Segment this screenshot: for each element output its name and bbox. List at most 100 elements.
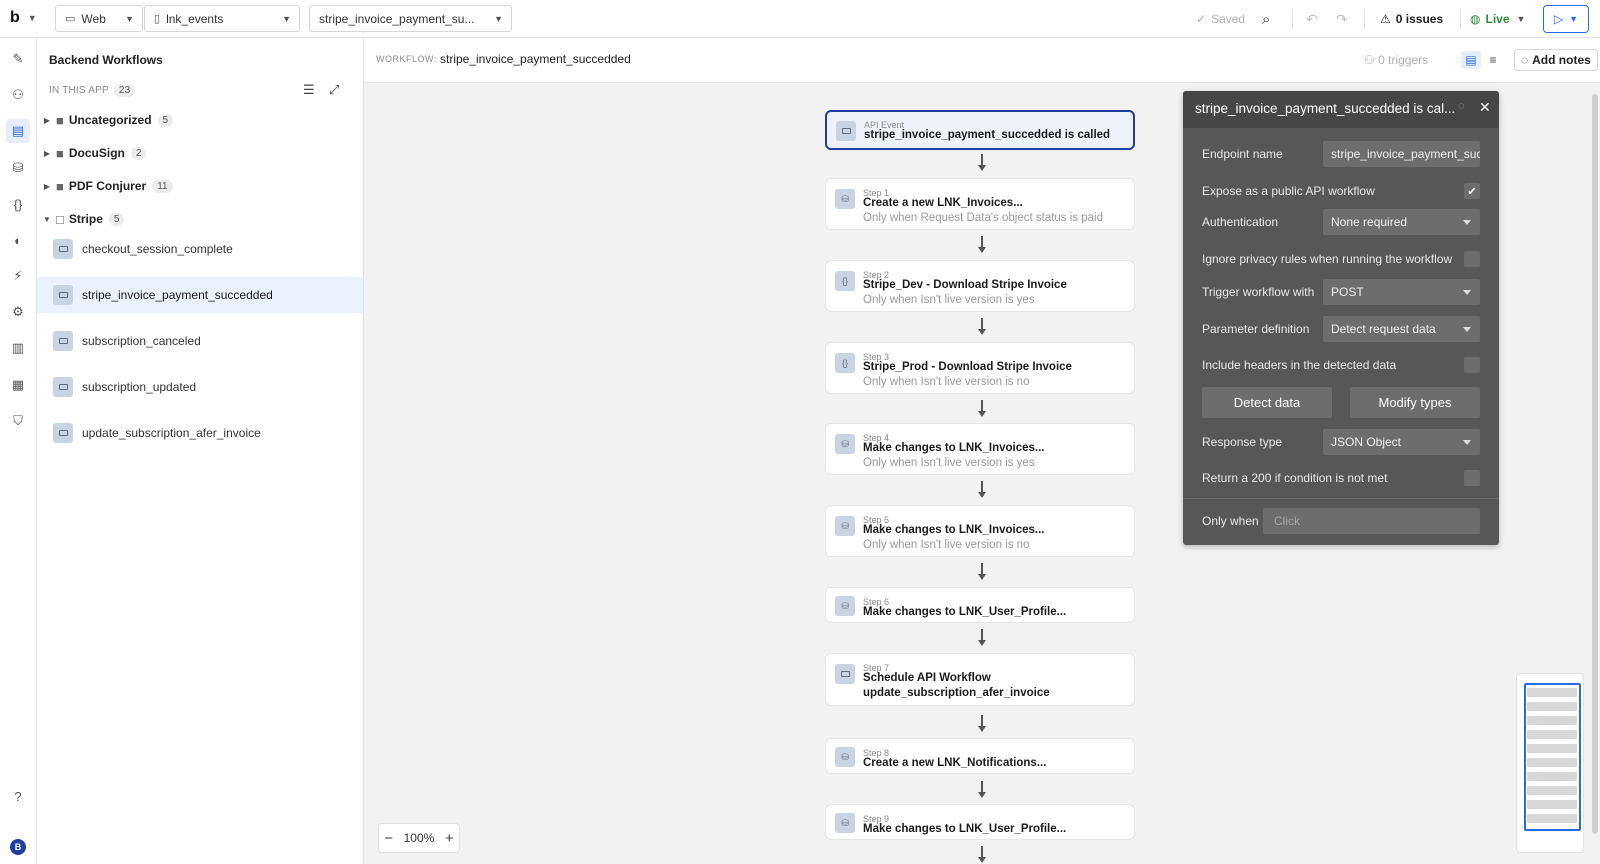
flow-arrow (978, 481, 986, 501)
avatar[interactable]: B (10, 839, 26, 855)
workflow-tab-icon[interactable]: ⚇ (6, 83, 30, 107)
folder-stripe[interactable]: ▼ □ Stripe 5 (41, 208, 125, 230)
step-card[interactable]: Step 7 Schedule API Workflow update_subs… (825, 653, 1135, 706)
table-tab-icon[interactable]: ▦ (6, 373, 30, 397)
list-view-icon[interactable]: ≡ (1483, 51, 1503, 69)
folder-pdf-conjurer[interactable]: ▶ ■ PDF Conjurer 11 (41, 175, 173, 197)
issues-label: 0 issues (1395, 12, 1444, 26)
property-editor-header[interactable]: stripe_invoice_payment_succedded is cal.… (1183, 91, 1499, 128)
workflow-item-selected[interactable]: stripe_invoice_payment_succedded (37, 277, 363, 313)
bubble-logo-menu[interactable]: b ▼ (10, 9, 37, 27)
database-icon: ⛁ (835, 596, 855, 616)
authentication-select[interactable]: None required (1323, 209, 1480, 235)
step-card[interactable]: {} Step 3 Stripe_Prod - Download Stripe … (825, 342, 1135, 394)
minimap[interactable] (1516, 673, 1584, 853)
include-headers-label: Include headers in the detected data (1202, 358, 1397, 372)
step-card[interactable]: ⛁ Step 9 Make changes to LNK_User_Profil… (825, 804, 1135, 840)
chevron-right-icon: ▶ (43, 148, 51, 158)
folder-label: PDF Conjurer (68, 179, 147, 193)
step-card[interactable]: ⛁ Step 4 Make changes to LNK_Invoices...… (825, 423, 1135, 475)
redo-icon[interactable]: ↷ (1336, 0, 1348, 38)
close-icon[interactable]: ✕ (1479, 99, 1491, 116)
only-when-label: Only when (1202, 514, 1259, 528)
flow-arrow (978, 846, 986, 864)
step-title: Make changes to LNK_Invoices... (863, 442, 1045, 454)
warning-icon: ⚠ (1380, 12, 1391, 26)
database-icon: ⛁ (835, 747, 855, 767)
detect-data-button[interactable]: Detect data (1202, 387, 1332, 418)
trigger-method-select[interactable]: POST (1323, 279, 1480, 305)
minimap-viewport[interactable] (1524, 683, 1581, 831)
folder-count: 2 (130, 146, 147, 160)
styles-tab-icon[interactable]: ◐ (6, 228, 30, 252)
filter-icon[interactable]: ☰ (303, 82, 315, 98)
triggers-button[interactable]: ⚇ 0 triggers (1364, 53, 1428, 67)
zoom-out-icon[interactable]: − (384, 830, 393, 847)
help-icon[interactable]: ? (6, 784, 30, 808)
settings-tab-icon[interactable]: ⚙ (6, 300, 30, 324)
issues-button[interactable]: ⚠ 0 issues (1380, 0, 1443, 38)
response-type-select[interactable]: JSON Object (1323, 429, 1480, 455)
data-tab-icon[interactable]: ⛁ (6, 156, 30, 180)
flow-arrow (978, 400, 986, 420)
add-notes-button[interactable]: ◌ Add notes (1514, 49, 1598, 71)
preview-button[interactable]: ▷ ▼ (1543, 5, 1589, 33)
step-card[interactable]: ⛁ Step 1 Create a new LNK_Invoices... On… (825, 178, 1135, 230)
api-connector-icon[interactable]: {} (6, 192, 30, 216)
folder-uncategorized[interactable]: ▶ ■ Uncategorized 5 (41, 109, 174, 131)
workflow-item-label: checkout_session_complete (82, 242, 233, 256)
shield-icon[interactable]: ⛉ (6, 409, 30, 433)
workflow-select[interactable]: stripe_invoice_payment_su... ▼ (309, 5, 512, 32)
workflow-item[interactable]: subscription_updated (37, 369, 363, 405)
workflow-item[interactable]: update_subscription_afer_invoice (37, 415, 363, 451)
database-icon: ⛁ (835, 813, 855, 833)
monitor-icon: ▭ (65, 13, 76, 25)
workflow-item[interactable]: checkout_session_complete (37, 231, 363, 267)
api-event-card[interactable]: API Event stripe_invoice_payment_succedd… (825, 110, 1135, 150)
step-card[interactable]: ⛁ Step 8 Create a new LNK_Notifications.… (825, 738, 1135, 774)
parameter-definition-select[interactable]: Detect request data (1323, 316, 1480, 342)
comment-icon[interactable]: ◌ (1458, 100, 1465, 112)
event-title: stripe_invoice_payment_succedded is call… (864, 129, 1111, 141)
step-card[interactable]: ⛁ Step 6 Make changes to LNK_User_Profil… (825, 587, 1135, 623)
api-event-icon (53, 285, 73, 305)
canvas-header: WORKFLOW: stripe_invoice_payment_succedd… (364, 38, 1600, 83)
expose-public-checkbox[interactable]: ✔ (1464, 183, 1480, 199)
step-card[interactable]: {} Step 2 Stripe_Dev - Download Stripe I… (825, 260, 1135, 312)
expose-public-label: Expose as a public API workflow (1202, 184, 1375, 198)
only-when-input[interactable]: Click (1263, 508, 1480, 534)
divider (1364, 9, 1365, 29)
canvas-scrollbar[interactable] (1592, 94, 1598, 834)
chevron-down-icon: ▼ (1516, 14, 1526, 24)
undo-icon[interactable]: ↶ (1306, 0, 1318, 38)
page-select[interactable]: ▯ lnk_events ▼ (144, 5, 300, 32)
in-app-header: IN THIS APP 23 (49, 84, 136, 97)
platform-select[interactable]: ▭ Web ▼ (55, 5, 143, 32)
step-title: Stripe_Dev - Download Stripe Invoice (863, 279, 1067, 291)
step-condition: Only when Isn't live version is no (863, 539, 1030, 551)
caret-down-icon (1463, 290, 1471, 295)
folder-docusign[interactable]: ▶ ■ DocuSign 2 (41, 142, 147, 164)
workflow-item[interactable]: subscription_canceled (37, 323, 363, 359)
zoom-in-icon[interactable]: + (445, 830, 454, 847)
design-tab-icon[interactable]: ✎ (6, 47, 30, 71)
live-version-select[interactable]: ◍ Live ▼ (1470, 0, 1525, 38)
folder-open-icon: □ (56, 211, 64, 227)
search-icon[interactable]: ⌕ (1262, 0, 1270, 38)
modify-types-button[interactable]: Modify types (1350, 387, 1480, 418)
ignore-privacy-checkbox[interactable] (1464, 251, 1480, 267)
logs-tab-icon[interactable]: ▥ (6, 336, 30, 360)
parameter-definition-value: Detect request data (1331, 322, 1436, 336)
endpoint-name-input[interactable]: stripe_invoice_payment_succedded (1323, 141, 1480, 167)
include-headers-checkbox[interactable] (1464, 357, 1480, 373)
plugins-tab-icon[interactable]: ⚡ (6, 264, 30, 288)
backend-workflows-tab-icon[interactable]: ▤ (6, 119, 30, 143)
return-200-checkbox[interactable] (1464, 470, 1480, 486)
step-card[interactable]: ⛁ Step 5 Make changes to LNK_Invoices...… (825, 505, 1135, 557)
folder-label: DocuSign (68, 146, 125, 160)
workflow-name[interactable]: stripe_invoice_payment_succedded (440, 52, 631, 66)
chevron-right-icon: ▶ (43, 115, 51, 125)
card-view-icon[interactable]: ▤ (1461, 51, 1481, 69)
expand-icon[interactable]: ⤢ (329, 82, 339, 98)
step-title: Make changes to LNK_Invoices... (863, 524, 1045, 536)
